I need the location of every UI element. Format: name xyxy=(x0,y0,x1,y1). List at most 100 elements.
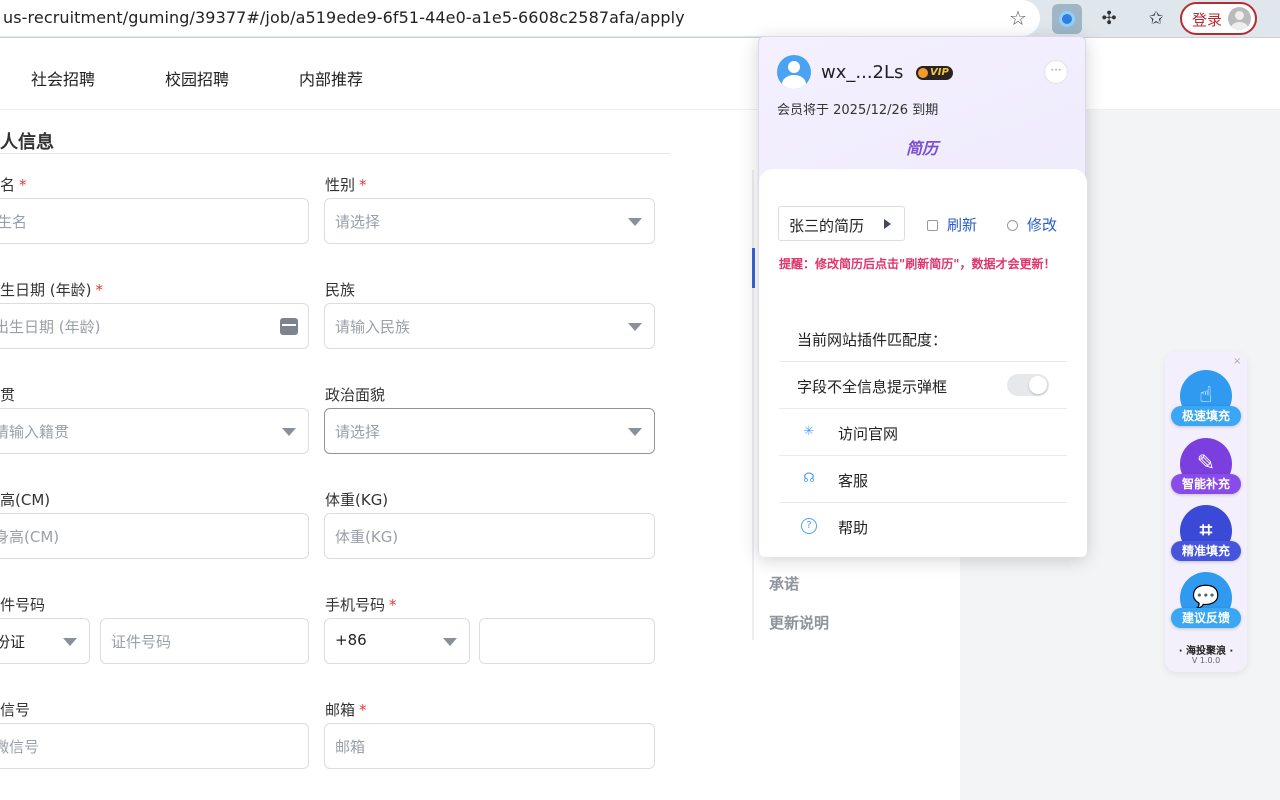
section-title: 人信息 xyxy=(0,132,54,153)
extension-active-icon[interactable] xyxy=(1052,4,1082,34)
height-label: 高(CM) xyxy=(0,491,51,509)
close-icon[interactable]: × xyxy=(1233,356,1241,367)
id-number-input[interactable]: 证件号码 xyxy=(100,618,309,664)
section-nav-update-notes[interactable]: 更新说明 xyxy=(769,612,829,633)
membership-expire: 会员将于 2025/12/26 到期 xyxy=(777,103,939,118)
help-row[interactable]: ? 帮助 xyxy=(779,503,1067,550)
star-icon[interactable]: ☆ xyxy=(1006,6,1030,30)
floating-toolbar: × ☝ 极速填充 ✎ 智能补充 ⌗ 精准填充 💬 建议反馈 · 海投聚浪 · V… xyxy=(1165,352,1247,672)
help-label: 帮助 xyxy=(838,519,869,537)
political-placeholder: 请选择 xyxy=(335,423,381,441)
calendar-icon xyxy=(280,318,298,335)
caret-right-icon xyxy=(884,219,891,229)
login-button[interactable]: 登录 xyxy=(1180,2,1257,35)
smart-supplement-button[interactable]: ✎ 智能补充 xyxy=(1171,438,1241,502)
birth-label: 生日期 (年龄) * xyxy=(0,281,103,299)
service-row[interactable]: ☊ 客服 xyxy=(779,456,1067,503)
profile-avatar xyxy=(1228,7,1251,30)
official-site-row[interactable]: ✳ 访问官网 xyxy=(779,409,1067,456)
refresh-icon xyxy=(1007,220,1018,231)
ethnic-select[interactable]: 请输入民族 xyxy=(324,303,655,349)
native-select[interactable]: 请输入籍贯 xyxy=(0,408,309,454)
match-row: 当前网站插件匹配度： xyxy=(779,315,1067,362)
precise-fill-label: 精准填充 xyxy=(1171,541,1241,561)
wechat-input[interactable]: 微信号 xyxy=(0,723,309,769)
edit-button[interactable]: 修改 xyxy=(1007,214,1057,235)
top-nav: 社会招聘 校园招聘 内部推荐 xyxy=(0,40,1280,110)
username: wx_...2Ls xyxy=(821,62,904,83)
weight-label: 体重(KG) xyxy=(325,491,389,509)
nav-social-recruit[interactable]: 社会招聘 xyxy=(31,66,95,90)
vip-badge: VIP xyxy=(916,66,953,80)
weight-placeholder: 体重(KG) xyxy=(335,528,399,546)
match-label: 当前网站插件匹配度： xyxy=(797,331,948,349)
refresh-warning: 提醒：修改简历后点击"刷新简历"，数据才会更新！ xyxy=(779,257,1056,271)
phone-label: 手机号码 * xyxy=(325,596,397,614)
birth-placeholder: 出生日期 (年龄) xyxy=(0,318,101,336)
address-bar[interactable]: us-recruitment/guming/39377#/job/a519ede… xyxy=(0,0,1040,36)
chevron-down-icon xyxy=(443,638,457,646)
login-label: 登录 xyxy=(1192,11,1223,29)
resume-name: 张三的简历 xyxy=(789,217,865,235)
height-input[interactable]: 身高(CM) xyxy=(0,513,309,559)
refresh-button[interactable]: 刷新 xyxy=(927,214,977,235)
missing-info-toggle[interactable] xyxy=(1007,374,1049,396)
service-label: 客服 xyxy=(838,472,869,490)
resume-select[interactable]: 张三的简历 xyxy=(778,206,905,241)
toggle-row: 字段不全信息提示弹框 xyxy=(779,362,1067,409)
email-placeholder: 邮箱 xyxy=(335,738,366,756)
chevron-down-icon xyxy=(628,218,642,226)
nav-internal-referral[interactable]: 内部推荐 xyxy=(299,66,363,90)
more-icon[interactable]: ··· xyxy=(1045,61,1067,83)
ethnic-label: 民族 xyxy=(325,281,356,299)
quick-fill-button[interactable]: ☝ 极速填充 xyxy=(1171,370,1241,434)
gender-select[interactable]: 请选择 xyxy=(324,198,655,244)
browser-toolbar: us-recruitment/guming/39377#/job/a519ede… xyxy=(0,0,1280,38)
chevron-down-icon xyxy=(282,428,296,436)
political-select[interactable]: 请选择 xyxy=(324,408,655,454)
id-type-value: 份证 xyxy=(0,633,26,651)
gender-placeholder: 请选择 xyxy=(335,213,381,231)
name-label: 名 * xyxy=(0,176,27,194)
section-divider xyxy=(0,153,670,154)
tab-resume[interactable]: 简历 xyxy=(906,135,938,159)
favorites-icon[interactable]: ✩ xyxy=(1141,4,1171,34)
help-icon: ? xyxy=(801,518,817,534)
native-label: 贯 xyxy=(0,386,16,404)
official-site-label: 访问官网 xyxy=(838,425,899,443)
popup-card: 张三的简历 刷新 修改 提醒：修改简历后点击"刷新简历"，数据才会更新！ 当前网… xyxy=(759,169,1087,557)
nav-campus-recruit[interactable]: 校园招聘 xyxy=(165,66,229,90)
wechat-label: 信号 xyxy=(0,701,31,719)
toggle-label: 字段不全信息提示弹框 xyxy=(797,378,948,396)
section-nav-commitment[interactable]: 承诺 xyxy=(769,573,799,594)
chevron-down-icon xyxy=(63,638,77,646)
wechat-placeholder: 微信号 xyxy=(0,738,40,756)
user-avatar xyxy=(777,55,811,89)
url-text[interactable]: us-recruitment/guming/39377#/job/a519ede… xyxy=(3,8,685,27)
feedback-button[interactable]: 💬 建议反馈 xyxy=(1171,572,1241,636)
birth-input[interactable]: 出生日期 (年龄) xyxy=(0,303,309,349)
chevron-down-icon xyxy=(628,323,642,331)
weight-input[interactable]: 体重(KG) xyxy=(324,513,655,559)
email-input[interactable]: 邮箱 xyxy=(324,723,655,769)
id-label: 件号码 xyxy=(0,596,46,614)
brand-name: · 海投聚浪 · xyxy=(1178,646,1234,657)
chevron-down-icon xyxy=(628,428,642,436)
native-placeholder: 请输入籍贯 xyxy=(0,423,70,441)
ethnic-placeholder: 请输入民族 xyxy=(335,318,411,336)
extensions-puzzle-icon[interactable]: ✣ xyxy=(1094,4,1124,34)
phone-code-select[interactable]: +86 xyxy=(324,618,470,664)
feedback-label: 建议反馈 xyxy=(1171,608,1241,628)
id-type-select[interactable]: 份证 xyxy=(0,618,90,664)
version-label: V 1.0.0 xyxy=(1191,656,1221,665)
name-input[interactable]: 生名 xyxy=(0,198,309,244)
smart-supplement-label: 智能补充 xyxy=(1171,474,1241,494)
phone-input[interactable] xyxy=(479,618,655,664)
section-nav-track xyxy=(752,170,754,640)
quick-fill-label: 极速填充 xyxy=(1171,406,1241,426)
email-label: 邮箱 * xyxy=(325,701,367,719)
id-number-placeholder: 证件号码 xyxy=(111,633,172,651)
precise-fill-button[interactable]: ⌗ 精准填充 xyxy=(1171,505,1241,569)
name-placeholder: 生名 xyxy=(0,213,28,231)
edit-icon xyxy=(927,220,938,231)
